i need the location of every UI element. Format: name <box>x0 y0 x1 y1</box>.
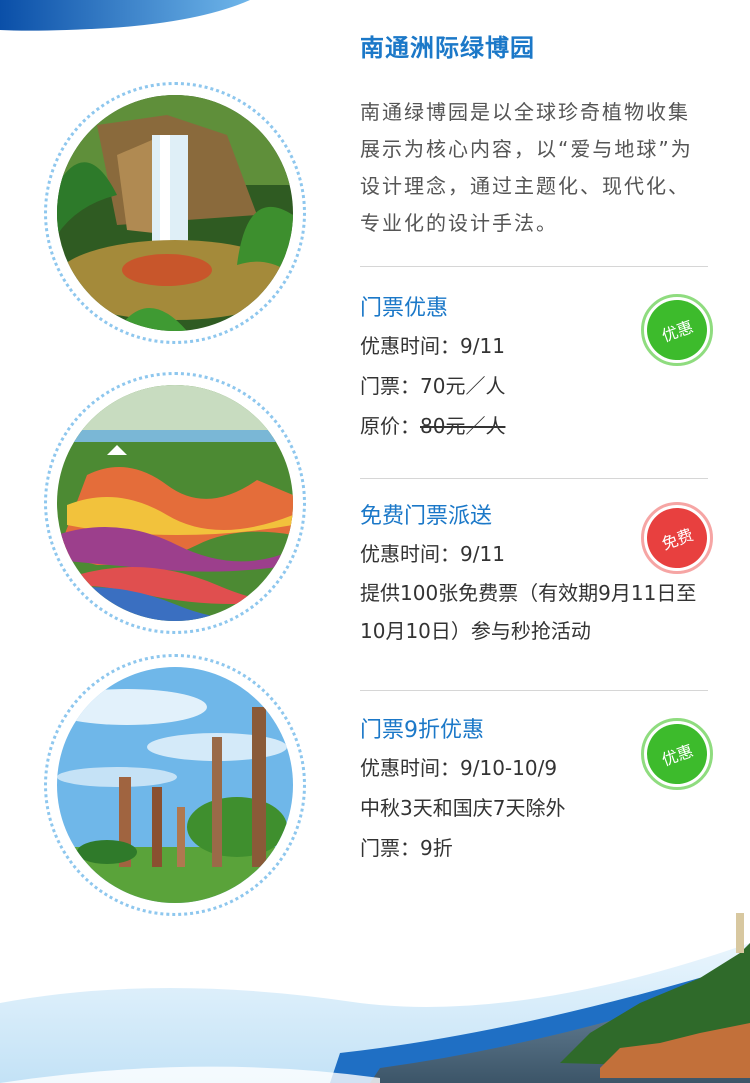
discount-badge: 优惠 <box>638 291 716 369</box>
waterfall-image <box>57 95 293 331</box>
bottom-wave-decoration <box>0 913 750 1083</box>
divider <box>360 478 708 479</box>
discount-badge: 优惠 <box>638 715 716 793</box>
totem-park-photo <box>44 654 306 916</box>
free-ticket-desc: 提供100张免费票（有效期9月11日至10月10日）参与秒抢活动 <box>360 581 697 643</box>
page-title: 南通洲际绿博园 <box>360 34 535 62</box>
original-price-line: 原价：80元／人 <box>360 414 506 438</box>
intro-text: 南通绿博园是以全球珍奇植物收集展示为核心内容，以“爱与地球”为设计理念，通过主题… <box>360 100 693 235</box>
ticket-discount-line: 门票：9折 <box>360 836 453 860</box>
totem-park-image <box>57 667 293 903</box>
exclusion-line: 中秋3天和国庆7天除外 <box>360 796 566 820</box>
divider <box>360 266 708 267</box>
flower-field-photo <box>44 372 306 634</box>
free-badge: 免费 <box>638 499 716 577</box>
ticket-price-line: 门票：70元／人 <box>360 374 506 398</box>
divider <box>360 690 708 691</box>
flower-field-image <box>57 385 293 621</box>
waterfall-garden-photo <box>44 82 306 344</box>
